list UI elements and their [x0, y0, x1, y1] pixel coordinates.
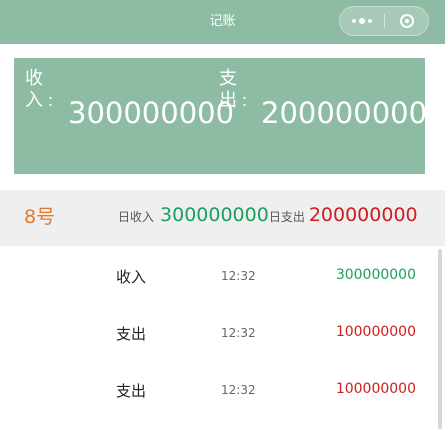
record-list: 收入 12:32 300000000 支出 12:32 100000000 支出… — [0, 249, 436, 420]
more-dots-icon[interactable] — [340, 7, 384, 35]
total-income-label: 收入 — [25, 68, 43, 111]
total-expense-label: 支出 — [219, 68, 237, 111]
total-income-value: 300000000 — [68, 96, 235, 130]
total-income-colon: ： — [47, 94, 61, 110]
day-expense-value: 200000000 — [308, 204, 418, 226]
summary-card: 收入 ： 300000000 支出 ： 200000000 — [14, 58, 428, 174]
record-time: 12:32 — [221, 383, 256, 397]
record-amount: 100000000 — [335, 381, 416, 397]
record-type: 收入 — [116, 268, 147, 286]
record-amount: 100000000 — [335, 324, 416, 340]
navigation-bar: 记账 — [0, 0, 445, 44]
day-stats: 日收入 300000000 日支出 200000000 — [118, 204, 418, 226]
record-time: 12:32 — [221, 269, 256, 283]
mini-program-capsule — [339, 6, 429, 36]
total-expense-colon: ： — [241, 94, 255, 110]
capsule-close-icon[interactable] — [385, 7, 429, 35]
day-expense-label: 日支出 — [268, 210, 305, 224]
total-expense-value: 200000000 — [261, 96, 428, 130]
day-income-value: 300000000 — [160, 204, 269, 226]
record-time: 12:32 — [221, 326, 256, 340]
scrollbar[interactable] — [438, 249, 442, 429]
record-row[interactable]: 收入 12:32 300000000 — [0, 249, 436, 306]
record-type: 支出 — [116, 325, 147, 343]
record-type: 支出 — [116, 382, 147, 400]
day-income-label: 日收入 — [118, 210, 155, 224]
record-row[interactable]: 支出 12:32 100000000 — [0, 363, 436, 420]
day-label: 8号 — [24, 206, 56, 228]
day-header[interactable]: 8号 日收入 300000000 日支出 200000000 — [0, 190, 445, 246]
record-row[interactable]: 支出 12:32 100000000 — [0, 306, 436, 363]
record-amount: 300000000 — [335, 267, 416, 283]
